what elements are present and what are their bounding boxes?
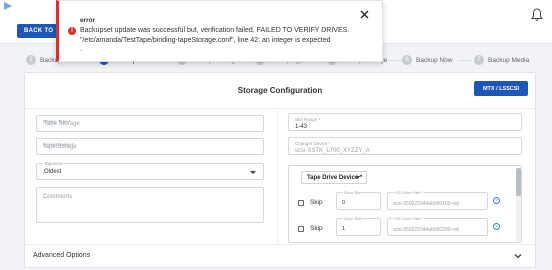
toast-message: Backupset update was successful but, ver… xyxy=(80,27,350,53)
scrollbar-thumb[interactable] xyxy=(516,168,521,196)
stepper-line xyxy=(388,60,402,61)
tapescan-value: Oldest xyxy=(44,169,62,175)
changer-device-label: Changer Device * xyxy=(295,141,331,146)
error-icon: ! xyxy=(68,27,76,35)
os-drive-path-field[interactable]: OS Drive Path * scsi-350223344ab000100-n… xyxy=(387,190,488,210)
error-toast: error ! Backupset update was successful … xyxy=(56,0,383,62)
comments-label: Comments xyxy=(43,194,73,200)
card-header: Storage Configuration MTX / LSSCSI xyxy=(25,73,535,109)
device-name-value: tapeStorage xyxy=(44,144,77,150)
os-drive-path-field[interactable]: OS Drive Path * scsi-350223344ab000200-n… xyxy=(387,216,488,236)
stepper-line xyxy=(460,60,472,61)
skip-checkbox[interactable] xyxy=(298,226,304,232)
slot-range-label: Slot Range * xyxy=(295,117,321,122)
device-name-field[interactable]: Device Name * tapeStorage xyxy=(36,138,264,155)
drive-row: Skip Drive Slot 0 OS Drive Path * scsi-3… xyxy=(289,190,519,212)
chevron-down-icon xyxy=(250,171,256,174)
tape-drive-device-select[interactable]: Tape Drive Device * xyxy=(301,171,367,184)
step-6[interactable]: 6 Backup Now xyxy=(402,54,453,66)
drive-slot-field[interactable]: Drive Slot 0 xyxy=(336,190,381,210)
vertical-scrollbar[interactable] xyxy=(516,168,521,242)
corner-mark-icon xyxy=(4,2,12,10)
device-type-field[interactable]: Device Type * Tape Storage xyxy=(36,115,264,132)
skip-checkbox[interactable] xyxy=(298,200,304,206)
drive-row: Skip Drive Slot 1 OS Drive Path * scsi-3… xyxy=(289,216,519,238)
storage-configuration-card: Storage Configuration MTX / LSSCSI Devic… xyxy=(24,72,536,268)
advanced-options-label: Advanced Options xyxy=(33,252,91,259)
caret-down-icon xyxy=(356,176,360,179)
changer-device-field[interactable]: Changer Device * scsi-SSTK_L700_XYZZY_A xyxy=(288,137,522,155)
comments-field[interactable]: Comments xyxy=(36,187,264,223)
tapescan-select[interactable]: Tapescan Oldest xyxy=(36,161,264,180)
mtx-lsscsi-button[interactable]: MTX / LSSCSI xyxy=(474,81,528,96)
skip-label: Skip xyxy=(310,225,323,232)
changer-device-value: scsi-SSTK_L700_XYZZY_A xyxy=(295,148,370,154)
card-title: Storage Configuration xyxy=(237,86,323,95)
advanced-options-row[interactable]: Advanced Options xyxy=(25,244,535,267)
slot-range-value: 1-43 xyxy=(295,124,308,130)
drive-slot-field[interactable]: Drive Slot 1 xyxy=(336,216,381,236)
device-type-value: Tape Storage xyxy=(44,121,80,127)
help-icon[interactable]: ? xyxy=(493,223,500,230)
slot-range-field[interactable]: Slot Range * 1-43 xyxy=(288,113,522,131)
tape-drive-panel: Tape Drive Device * Skip Drive Slot 0 OS… xyxy=(288,165,522,243)
back-button[interactable]: BACK TO xyxy=(17,24,59,38)
help-icon[interactable]: ? xyxy=(493,197,500,204)
tapescan-label: Tapescan xyxy=(43,161,65,166)
step-7[interactable]: 7 Backup Media xyxy=(474,54,529,66)
bell-icon[interactable] xyxy=(531,8,543,22)
chevron-down-icon xyxy=(514,254,522,259)
toast-title: error xyxy=(80,17,96,24)
skip-label: Skip xyxy=(310,199,323,206)
close-icon[interactable] xyxy=(360,10,369,19)
column-divider xyxy=(277,110,278,244)
